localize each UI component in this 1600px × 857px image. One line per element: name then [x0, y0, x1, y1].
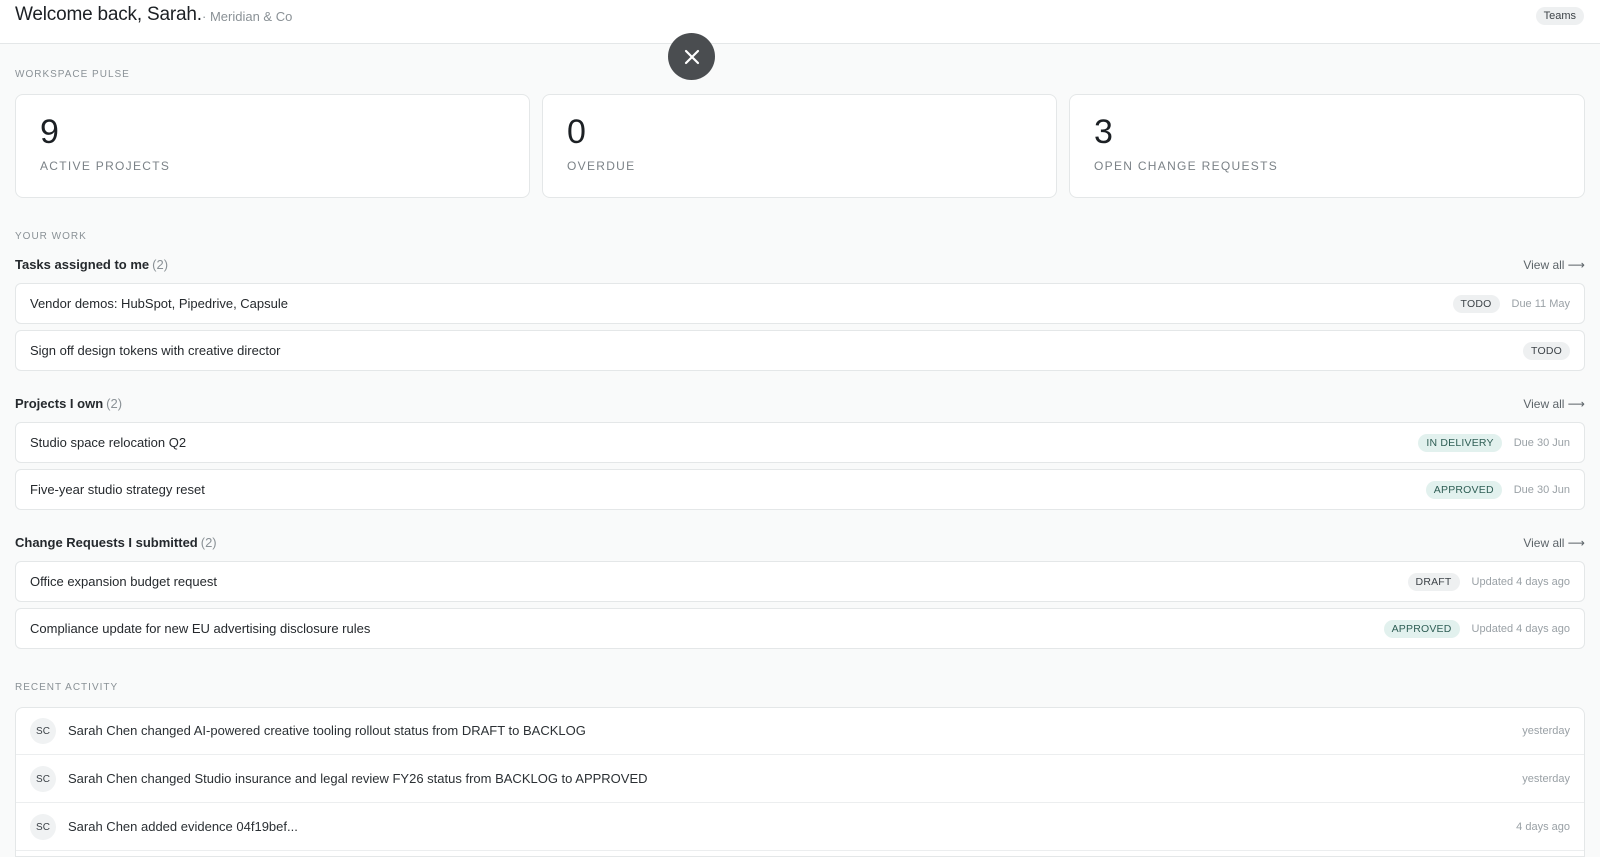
close-icon — [684, 49, 699, 64]
change-request-title: Office expansion budget request — [30, 574, 217, 589]
stat-card-overdue: 0 OVERDUE — [542, 94, 1057, 198]
group-title-text: Projects I own — [15, 396, 104, 411]
top-bar: Welcome back, Sarah. · Meridian & Co Tea… — [0, 0, 1600, 44]
change-request-title: Compliance update for new EU advertising… — [30, 621, 371, 636]
teams-button[interactable]: Teams — [1535, 7, 1584, 25]
avatar: SC — [30, 766, 56, 792]
avatar: SC — [30, 718, 56, 744]
project-row[interactable]: Studio space relocation Q2 IN DELIVERY D… — [15, 422, 1585, 463]
task-title: Sign off design tokens with creative dir… — [30, 343, 281, 358]
project-row[interactable]: Five-year studio strategy reset APPROVED… — [15, 469, 1585, 510]
tasks-group-header: Tasks assigned to me (2) View all ⟶ — [15, 257, 1585, 277]
stat-value: 0 — [567, 113, 586, 151]
row-meta-group: APPROVED Due 30 Jun — [1425, 470, 1570, 509]
status-badge: APPROVED — [1425, 480, 1502, 499]
stat-card-active-projects: 9 ACTIVE PROJECTS — [15, 94, 530, 198]
project-title: Five-year studio strategy reset — [30, 482, 205, 497]
updated-time: Updated 4 days ago — [1471, 622, 1570, 635]
activity-text: Sarah Chen changed AI-powered creative t… — [68, 723, 586, 738]
project-title: Studio space relocation Q2 — [30, 435, 187, 450]
tasks-view-all-link[interactable]: View all ⟶ — [1523, 258, 1585, 272]
change-requests-group-title: Change Requests I submitted (2) — [15, 535, 217, 550]
task-title: Vendor demos: HubSpot, Pipedrive, Capsul… — [30, 296, 288, 311]
activity-time: yesterday — [1522, 725, 1570, 737]
row-meta-group: APPROVED Updated 4 days ago — [1383, 609, 1570, 648]
stat-label: OPEN CHANGE REQUESTS — [1094, 159, 1279, 173]
activity-text: Sarah Chen changed Studio insurance and … — [68, 771, 648, 786]
close-button[interactable] — [668, 33, 715, 80]
group-count: (2) — [200, 535, 217, 550]
task-row[interactable]: Sign off design tokens with creative dir… — [15, 330, 1585, 371]
projects-group-title: Projects I own (2) — [15, 396, 122, 411]
change-requests-view-all-link[interactable]: View all ⟶ — [1523, 536, 1585, 550]
status-badge: TODO — [1452, 294, 1500, 313]
stat-card-open-change-requests: 3 OPEN CHANGE REQUESTS — [1069, 94, 1585, 198]
page-title: Welcome back, Sarah. — [15, 4, 202, 25]
status-badge: IN DELIVERY — [1418, 433, 1502, 452]
activity-feed: SC Sarah Chen changed AI-powered creativ… — [15, 707, 1585, 857]
row-meta-group: DRAFT Updated 4 days ago — [1407, 562, 1570, 601]
stat-label: ACTIVE PROJECTS — [40, 159, 171, 173]
row-meta-group: IN DELIVERY Due 30 Jun — [1418, 423, 1570, 462]
change-request-row[interactable]: Office expansion budget request DRAFT Up… — [15, 561, 1585, 602]
updated-time: Updated 4 days ago — [1471, 575, 1570, 588]
due-date: Due 11 May — [1511, 297, 1571, 310]
activity-text: Sarah Chen added evidence 04f19bef... — [68, 819, 298, 834]
row-meta-group: TODO Due 11 May — [1452, 284, 1571, 323]
workspace-pulse-label: WORKSPACE PULSE — [15, 69, 130, 80]
activity-item: SC Sarah Chen added evidence 04f19bef...… — [16, 804, 1584, 851]
row-meta-group: TODO — [1523, 331, 1570, 370]
stat-label: OVERDUE — [567, 159, 636, 173]
group-title-text: Change Requests I submitted — [15, 535, 198, 550]
due-date: Due 30 Jun — [1513, 483, 1570, 496]
group-count: (2) — [106, 396, 123, 411]
your-work-label: YOUR WORK — [15, 231, 87, 242]
activity-time: 4 days ago — [1516, 821, 1570, 833]
change-request-row[interactable]: Compliance update for new EU advertising… — [15, 608, 1585, 649]
stat-value: 3 — [1094, 113, 1113, 151]
projects-view-all-link[interactable]: View all ⟶ — [1523, 397, 1585, 411]
projects-group-header: Projects I own (2) View all ⟶ — [15, 396, 1585, 416]
stat-value: 9 — [40, 113, 59, 151]
avatar: SC — [30, 814, 56, 840]
group-title-text: Tasks assigned to me — [15, 257, 150, 272]
recent-activity-label: RECENT ACTIVITY — [15, 682, 119, 693]
tasks-group-title: Tasks assigned to me (2) — [15, 257, 168, 272]
organization-name: · Meridian & Co — [202, 9, 293, 24]
group-count: (2) — [152, 257, 169, 272]
activity-item: SC Sarah Chen changed AI-powered creativ… — [16, 708, 1584, 755]
task-row[interactable]: Vendor demos: HubSpot, Pipedrive, Capsul… — [15, 283, 1585, 324]
status-badge: APPROVED — [1383, 619, 1460, 638]
status-badge: DRAFT — [1407, 572, 1460, 591]
activity-item: SC Sarah Chen changed Studio insurance a… — [16, 756, 1584, 803]
due-date: Due 30 Jun — [1513, 436, 1570, 449]
status-badge: TODO — [1523, 341, 1570, 360]
change-requests-group-header: Change Requests I submitted (2) View all … — [15, 535, 1585, 555]
activity-time: yesterday — [1522, 773, 1570, 785]
